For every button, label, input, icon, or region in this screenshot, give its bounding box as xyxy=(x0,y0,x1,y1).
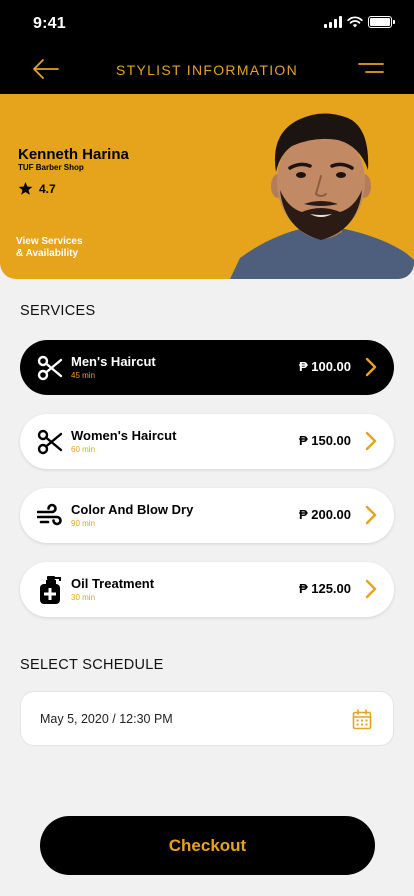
status-time: 9:41 xyxy=(33,15,66,32)
service-name: Men's Haircut xyxy=(71,354,156,369)
service-price: ₱ 125.00 xyxy=(298,581,351,596)
star-icon xyxy=(18,181,33,195)
scissors-icon xyxy=(37,429,63,455)
checkout-button[interactable]: Checkout xyxy=(40,816,375,875)
status-icons xyxy=(324,16,395,28)
rating-value: 4.7 xyxy=(39,181,56,196)
wifi-icon xyxy=(347,16,363,28)
chevron-right-icon xyxy=(365,505,377,525)
oil-bottle-icon xyxy=(40,576,61,604)
shop-name: TUF Barber Shop xyxy=(18,163,84,172)
service-duration: 90 min xyxy=(71,519,96,528)
menu-icon[interactable] xyxy=(358,59,384,77)
schedule-value: May 5, 2020 / 12:30 PM xyxy=(40,712,173,726)
service-duration: 60 min xyxy=(71,445,96,454)
chevron-right-icon xyxy=(365,431,377,451)
service-price: ₱ 200.00 xyxy=(298,507,351,522)
chevron-right-icon xyxy=(365,579,377,599)
cellular-signal-icon xyxy=(324,16,342,28)
battery-icon xyxy=(368,16,395,28)
schedule-heading: SELECT SCHEDULE xyxy=(20,657,164,673)
service-price: ₱ 150.00 xyxy=(298,433,351,448)
app-header: 9:41 STYLIST INFORMATION xyxy=(0,0,414,94)
rating: 4.7 xyxy=(18,181,56,196)
schedule-field[interactable]: May 5, 2020 / 12:30 PM xyxy=(20,691,394,746)
stylist-banner: Kenneth Harina TUF Barber Shop 4.7 View … xyxy=(0,94,414,279)
wind-icon xyxy=(37,503,62,526)
view-link-line1: View Services xyxy=(16,236,83,247)
service-card-oil-treatment[interactable]: Oil Treatment 30 min ₱ 125.00 xyxy=(20,562,394,617)
chevron-right-icon xyxy=(365,357,377,377)
service-name: Women's Haircut xyxy=(71,428,177,443)
service-name: Oil Treatment xyxy=(71,576,155,591)
service-duration: 45 min xyxy=(71,371,96,380)
stylist-name: Kenneth Harina xyxy=(18,146,129,163)
service-card-womens-haircut[interactable]: Women's Haircut 60 min ₱ 150.00 xyxy=(20,414,394,469)
stylist-portrait xyxy=(230,113,414,279)
service-card-mens-haircut[interactable]: Men's Haircut 45 min ₱ 100.00 xyxy=(20,340,394,395)
page-title: STYLIST INFORMATION xyxy=(115,62,299,78)
view-link-line2: & Availability xyxy=(16,248,79,259)
service-price: ₱ 100.00 xyxy=(298,359,351,374)
services-heading: SERVICES xyxy=(20,303,96,319)
service-card-color-blow-dry[interactable]: Color And Blow Dry 90 min ₱ 200.00 xyxy=(20,488,394,543)
calendar-icon[interactable] xyxy=(352,709,372,730)
service-duration: 30 min xyxy=(71,593,96,602)
view-services-link[interactable]: View Services & Availability xyxy=(16,236,136,260)
scissors-icon xyxy=(37,355,63,381)
service-name: Color And Blow Dry xyxy=(71,502,194,517)
